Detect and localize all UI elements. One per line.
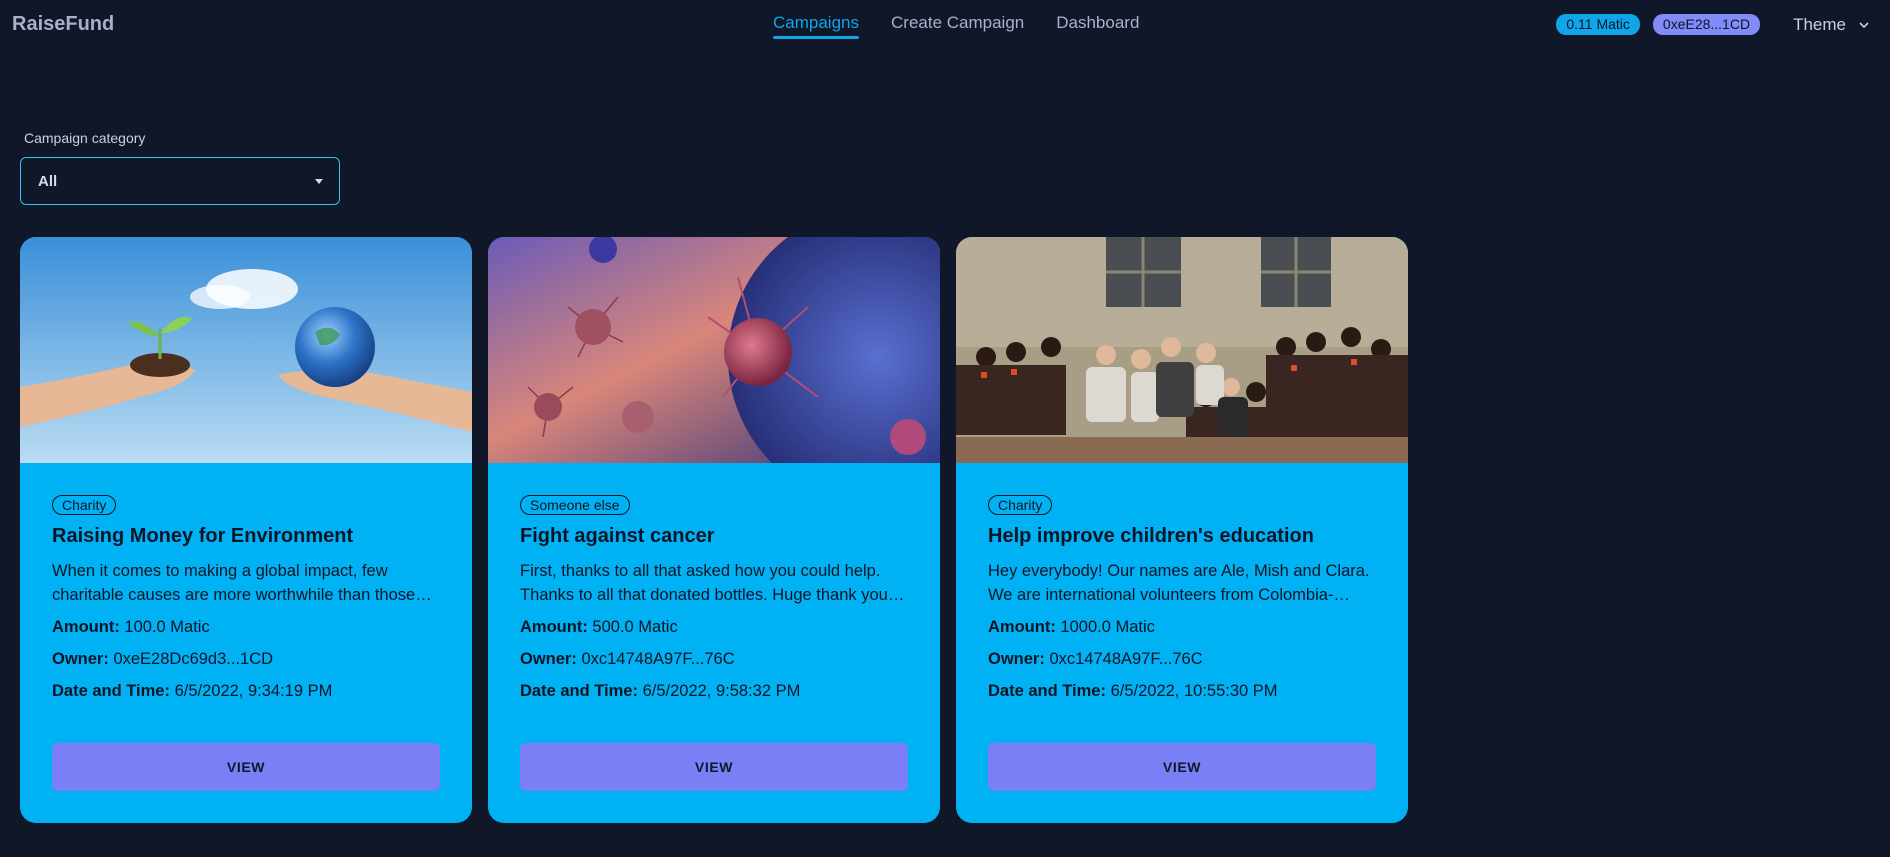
owner-label: Owner: — [52, 650, 109, 668]
card-body: Charity Help improve children's educatio… — [988, 495, 1376, 703]
category-filter-label: Campaign category — [24, 130, 146, 146]
caret-down-icon — [315, 179, 323, 184]
wallet-address-badge[interactable]: 0xeE28...1CD — [1652, 14, 1761, 35]
view-button[interactable]: VIEW — [988, 743, 1376, 791]
amount-value: 1000.0 Matic — [1060, 618, 1155, 636]
campaign-title: Fight against cancer — [520, 525, 715, 547]
owner-value: 0xc14748A97F...76C — [1049, 650, 1203, 668]
campaign-card: Charity Raising Money for Environment Wh… — [20, 237, 472, 823]
campaign-owner: Owner: 0xeE28Dc69d3...1CD — [52, 647, 440, 671]
category-select[interactable]: All — [20, 157, 340, 205]
theme-dropdown[interactable]: Theme — [1793, 15, 1870, 35]
campaign-datetime: Date and Time: 6/5/2022, 10:55:30 PM — [988, 679, 1376, 703]
owner-value: 0xeE28Dc69d3...1CD — [113, 650, 274, 668]
card-body: Charity Raising Money for Environment Wh… — [52, 495, 440, 703]
category-badge: Charity — [52, 495, 117, 515]
campaign-amount: Amount: 100.0 Matic — [52, 615, 440, 639]
cancer-cells-image — [488, 237, 940, 463]
datetime-label: Date and Time: — [520, 682, 638, 700]
card-body: Someone else Fight against cancer First,… — [520, 495, 908, 703]
amount-value: 500.0 Matic — [592, 618, 678, 636]
campaign-description: First, thanks to all that asked how you … — [520, 562, 888, 604]
amount-label: Amount: — [52, 618, 120, 636]
datetime-label: Date and Time: — [988, 682, 1106, 700]
balance-badge: 0.11 Matic — [1556, 14, 1640, 35]
campaign-datetime: Date and Time: 6/5/2022, 9:58:32 PM — [520, 679, 908, 703]
nav-dashboard[interactable]: Dashboard — [1056, 13, 1139, 39]
datetime-value: 6/5/2022, 9:34:19 PM — [174, 682, 333, 700]
school-children-image — [956, 237, 1408, 463]
campaign-amount: Amount: 1000.0 Matic — [988, 615, 1376, 639]
datetime-value: 6/5/2022, 9:58:32 PM — [642, 682, 801, 700]
nav-create-campaign[interactable]: Create Campaign — [891, 13, 1024, 39]
hands-plant-earth-image — [20, 237, 472, 463]
campaign-image-cancer — [488, 237, 940, 463]
owner-label: Owner: — [520, 650, 577, 668]
category-badge: Someone else — [520, 495, 630, 515]
campaign-title: Help improve children's education — [988, 525, 1314, 547]
campaign-amount: Amount: 500.0 Matic — [520, 615, 908, 639]
navbar: RaiseFund Campaigns Create Campaign Dash… — [0, 0, 1890, 50]
chevron-down-icon — [1859, 21, 1869, 28]
view-button[interactable]: VIEW — [52, 743, 440, 791]
campaign-title: Raising Money for Environment — [52, 525, 354, 547]
campaign-image-education — [956, 237, 1408, 463]
campaign-owner: Owner: 0xc14748A97F...76C — [988, 647, 1376, 671]
owner-value: 0xc14748A97F...76C — [581, 650, 735, 668]
amount-label: Amount: — [988, 618, 1056, 636]
amount-label: Amount: — [520, 618, 588, 636]
datetime-label: Date and Time: — [52, 682, 170, 700]
nav-campaigns[interactable]: Campaigns — [773, 13, 859, 39]
main-nav: Campaigns Create Campaign Dashboard — [773, 13, 1139, 39]
campaign-image-environment — [20, 237, 472, 463]
account-area: 0.11 Matic 0xeE28...1CD Theme — [1556, 14, 1870, 35]
campaign-datetime: Date and Time: 6/5/2022, 9:34:19 PM — [52, 679, 440, 703]
category-select-value: All — [38, 172, 58, 190]
campaign-card: Charity Help improve children's educatio… — [956, 237, 1408, 823]
category-badge: Charity — [988, 495, 1053, 515]
campaign-description: Hey everybody! Our names are Ale, Mish a… — [988, 562, 1370, 604]
campaign-card: Someone else Fight against cancer First,… — [488, 237, 940, 823]
theme-label: Theme — [1793, 14, 1846, 34]
campaign-owner: Owner: 0xc14748A97F...76C — [520, 647, 908, 671]
view-button[interactable]: VIEW — [520, 743, 908, 791]
campaign-description: When it comes to making a global impact,… — [52, 562, 432, 604]
owner-label: Owner: — [988, 650, 1045, 668]
amount-value: 100.0 Matic — [124, 618, 210, 636]
brand-logo[interactable]: RaiseFund — [12, 13, 114, 36]
datetime-value: 6/5/2022, 10:55:30 PM — [1110, 682, 1278, 700]
